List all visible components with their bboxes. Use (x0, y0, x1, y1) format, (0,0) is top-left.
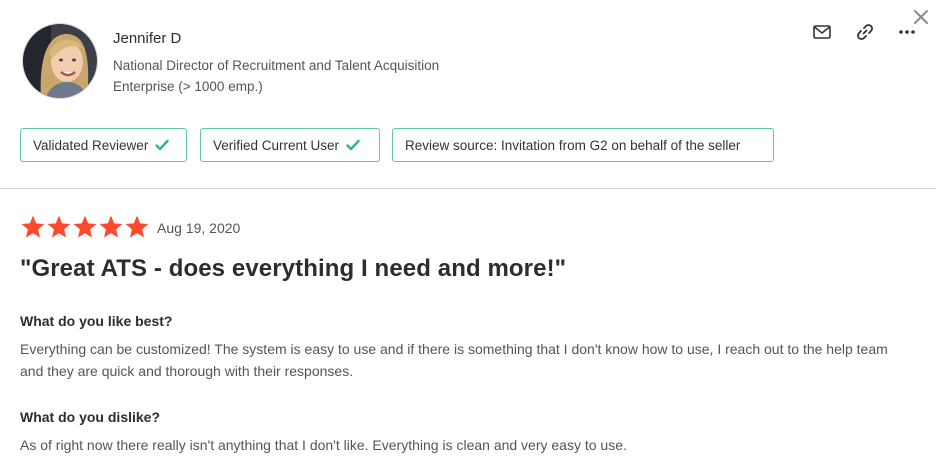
reviewer-title: National Director of Recruitment and Tal… (113, 58, 440, 73)
link-icon[interactable] (855, 22, 875, 42)
star-icon (99, 215, 123, 238)
check-icon (346, 139, 360, 151)
section-divider (0, 188, 936, 189)
question-like-best: What do you like best? (20, 313, 173, 329)
star-icon (125, 215, 149, 238)
avatar (22, 23, 98, 99)
reviewer-company-size: Enterprise (> 1000 emp.) (113, 79, 263, 94)
check-icon (155, 139, 170, 151)
badge-label: Review source: Invitation from G2 on beh… (405, 137, 741, 153)
reviewer-name: Jennifer D (113, 30, 182, 47)
star-icon (21, 215, 45, 238)
star-icon (47, 215, 71, 238)
more-icon[interactable] (897, 22, 917, 42)
answer-dislike: As of right now there really isn't anyth… (20, 437, 627, 453)
question-dislike: What do you dislike? (20, 409, 161, 425)
email-icon[interactable] (812, 22, 832, 42)
answer-like-best: Everything can be customized! The system… (20, 341, 888, 379)
badge-verified-current-user[interactable]: Verified Current User (200, 128, 380, 162)
review-date: Aug 19, 2020 (157, 220, 241, 236)
badge-label: Verified Current User (213, 137, 340, 153)
badge-review-source[interactable]: Review source: Invitation from G2 on beh… (392, 128, 774, 162)
star-icon (73, 215, 97, 238)
badge-validated-reviewer[interactable]: Validated Reviewer (20, 128, 187, 162)
badge-label: Validated Reviewer (33, 137, 149, 153)
review-title: "Great ATS - does everything I need and … (20, 255, 567, 282)
